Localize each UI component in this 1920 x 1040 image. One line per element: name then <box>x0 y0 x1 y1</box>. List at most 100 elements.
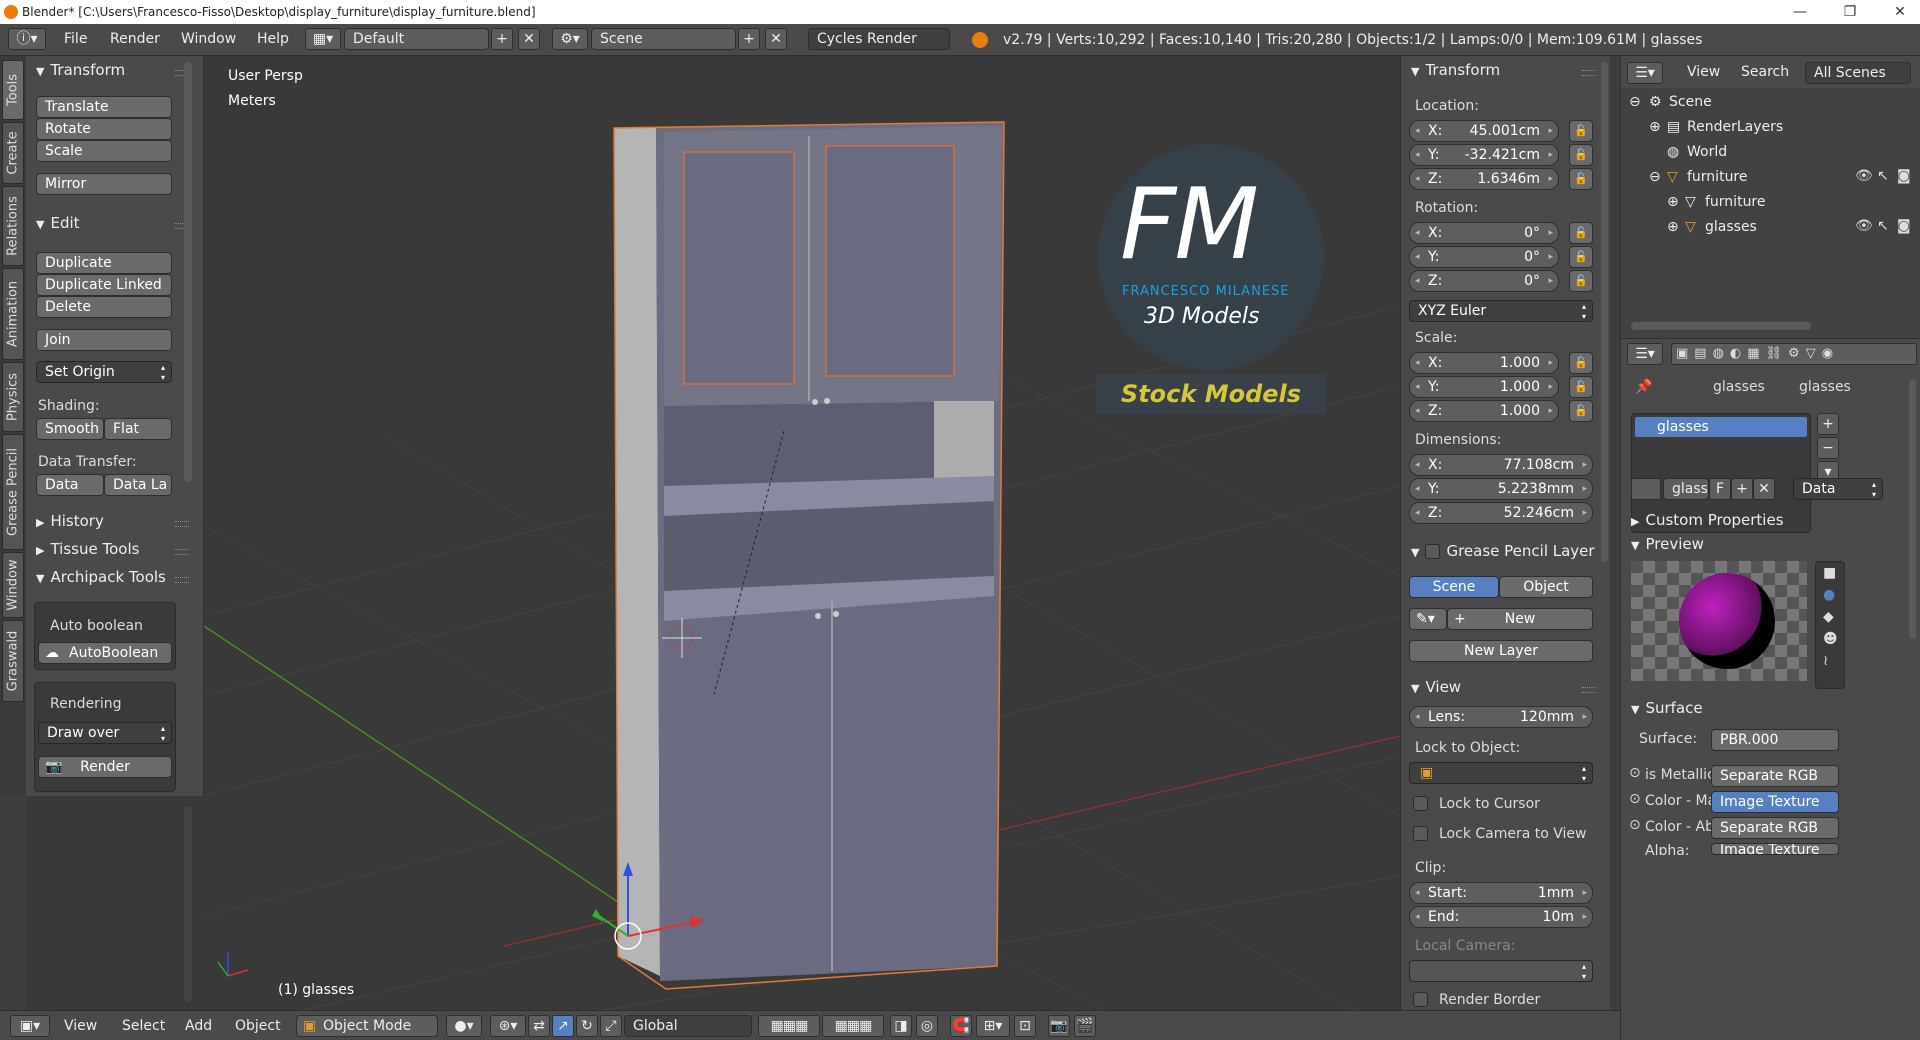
lock-icon[interactable]: 🔓 <box>1569 168 1593 190</box>
lens-field[interactable]: Lens:120mm <box>1409 706 1593 728</box>
panel-header-edit[interactable]: ▼ Edit <box>36 214 80 232</box>
add-scene-icon[interactable]: + <box>738 28 760 50</box>
location-x-field[interactable]: X:45.001cm <box>1409 120 1559 142</box>
link-data-dropdown[interactable]: Data <box>1793 478 1883 500</box>
tab-animation[interactable]: Animation <box>2 268 24 360</box>
surface-shader-button[interactable]: PBR.000 <box>1711 729 1839 751</box>
flat-preview-icon[interactable]: ■ <box>1823 565 1836 581</box>
input-value-alpha[interactable]: Image Texture <box>1711 843 1839 855</box>
menu-render[interactable]: Render <box>110 31 160 47</box>
tab-window[interactable]: Window <box>2 552 24 618</box>
translate-button[interactable]: Translate <box>36 96 172 118</box>
render-button[interactable]: 📷 Render <box>38 756 172 778</box>
tab-tools[interactable]: Tools <box>2 60 24 120</box>
expand-icon[interactable]: ⊕ <box>1649 115 1661 140</box>
close-button[interactable]: ✕ <box>1880 0 1920 24</box>
outliner-item-world[interactable]: ◍ World <box>1621 140 1911 165</box>
menu-window[interactable]: Window <box>181 31 236 47</box>
render-camera-icon[interactable]: ◙ <box>1897 168 1911 184</box>
panel-header-tissue-tools[interactable]: ▶ Tissue Tools <box>36 540 139 558</box>
panel-header-grease-pencil[interactable]: ▼ Grease Pencil Layer <box>1411 542 1595 560</box>
lock-icon[interactable]: 🔓 <box>1569 400 1593 422</box>
panel-header-archipack[interactable]: ▼ Archipack Tools <box>36 568 166 586</box>
menu-file[interactable]: File <box>64 31 87 47</box>
scale-button[interactable]: Scale <box>36 140 172 162</box>
scale-y-field[interactable]: Y:1.000 <box>1409 376 1559 398</box>
maximize-button[interactable]: ❐ <box>1830 0 1870 24</box>
autoboolean-button[interactable]: ☁ AutoBoolean <box>38 642 172 664</box>
link-socket-icon[interactable]: ⊙ <box>1629 791 1641 807</box>
clip-start-field[interactable]: Start:1mm <box>1409 882 1593 904</box>
outliner-view-menu[interactable]: View <box>1687 64 1720 80</box>
editor-type-icon[interactable]: ▣▾ <box>10 1015 50 1037</box>
rotate-manipulator-icon[interactable]: ↻ <box>576 1015 598 1037</box>
scale-x-field[interactable]: X:1.000 <box>1409 352 1559 374</box>
display-mode-dropdown[interactable]: All Scenes <box>1805 62 1911 84</box>
layers-grid-icon[interactable]: ▦▦▦ <box>822 1015 884 1037</box>
remove-slot-icon[interactable]: − <box>1817 437 1839 459</box>
location-z-field[interactable]: Z:1.6346m <box>1409 168 1559 190</box>
new-layer-button[interactable]: New Layer <box>1409 640 1593 662</box>
layers-grid-icon[interactable]: ▦▦▦ <box>758 1015 820 1037</box>
visibility-eye-icon[interactable]: 👁 <box>1855 168 1873 184</box>
tab-graswald[interactable]: Graswald <box>2 620 24 702</box>
duplicate-button[interactable]: Duplicate <box>36 252 172 274</box>
dimension-y-field[interactable]: Y:5.2238mm <box>1409 478 1593 500</box>
collapse-icon[interactable]: ⊖ <box>1629 90 1641 115</box>
panel-header-preview[interactable]: ▼ Preview <box>1631 535 1704 553</box>
draw-over-dropdown[interactable]: Draw over <box>38 722 172 744</box>
npanel-scrollbar[interactable] <box>1601 62 1608 562</box>
smooth-button[interactable]: Smooth <box>36 418 104 440</box>
scene-selector[interactable]: Scene <box>591 28 736 50</box>
set-origin-dropdown[interactable]: Set Origin <box>36 361 172 383</box>
viewport-left-scrollbar[interactable] <box>184 806 192 1002</box>
input-value-color-ma[interactable]: Image Texture <box>1711 791 1839 813</box>
rotation-mode-dropdown[interactable]: XYZ Euler <box>1409 300 1593 322</box>
add-layout-icon[interactable]: + <box>491 28 513 50</box>
hair-preview-icon[interactable]: ≀ <box>1823 653 1828 669</box>
mode-dropdown[interactable]: ▣ Object Mode <box>296 1015 438 1037</box>
scene-type-icon[interactable]: ⚙▾ <box>552 28 588 50</box>
menu-select[interactable]: Select <box>122 1018 165 1034</box>
rotate-button[interactable]: Rotate <box>36 118 172 140</box>
duplicate-linked-button[interactable]: Duplicate Linked <box>36 274 172 296</box>
tab-create[interactable]: Create <box>2 122 24 184</box>
data-layout-button[interactable]: Data La <box>104 474 172 496</box>
3d-viewport[interactable]: User Persp Meters (1) glasses FM FRANCES… <box>204 56 1400 1010</box>
panel-grip-icon[interactable] <box>1582 70 1596 76</box>
new-material-icon[interactable]: + <box>1731 478 1753 500</box>
grease-new-button[interactable]: + New <box>1447 608 1593 630</box>
editor-type-icon[interactable]: ☰▾ <box>1627 343 1663 365</box>
lock-icon[interactable]: 🔓 <box>1569 120 1593 142</box>
menu-help[interactable]: Help <box>257 31 289 47</box>
layer-lock-icon[interactable]: ◨ <box>890 1015 912 1037</box>
expand-icon[interactable]: ⊕ <box>1667 215 1679 240</box>
input-value-metallic[interactable]: Separate RGB <box>1711 765 1839 787</box>
add-slot-icon[interactable]: + <box>1817 413 1839 435</box>
material-name-field[interactable]: glass <box>1663 478 1709 500</box>
visibility-eye-icon[interactable]: 👁 <box>1855 218 1873 234</box>
lock-object-field[interactable]: ▣ <box>1409 762 1593 784</box>
orientation-dropdown[interactable]: Global <box>624 1015 752 1037</box>
outliner-item-scene[interactable]: ⊖ ⚙ Scene <box>1621 90 1911 115</box>
tab-grease-pencil[interactable]: Grease Pencil <box>2 434 24 550</box>
panel-header-surface[interactable]: ▼ Surface <box>1631 699 1703 717</box>
remove-layout-icon[interactable]: ✕ <box>518 28 540 50</box>
tab-physics[interactable]: Physics <box>2 362 24 432</box>
snap-icon[interactable]: 🧲 <box>950 1015 972 1037</box>
local-camera-field[interactable] <box>1409 960 1593 982</box>
layout-selector[interactable]: Default <box>344 28 489 50</box>
remove-scene-icon[interactable]: ✕ <box>765 28 787 50</box>
sphere-preview-icon[interactable]: ● <box>1823 587 1835 603</box>
unlink-material-icon[interactable]: ✕ <box>1753 478 1775 500</box>
editor-type-info-icon[interactable]: ⓘ▾ <box>8 28 46 50</box>
mirror-button[interactable]: Mirror <box>36 173 172 195</box>
panel-grip-icon[interactable] <box>175 549 189 555</box>
lock-cursor-checkbox[interactable] <box>1413 796 1428 811</box>
expand-icon[interactable]: ⊕ <box>1667 190 1679 215</box>
select-arrow-icon[interactable]: ↖ <box>1877 218 1889 234</box>
link-socket-icon[interactable]: ⊙ <box>1629 765 1641 781</box>
material-browse-icon[interactable] <box>1631 478 1661 500</box>
grease-pencil-checkbox[interactable] <box>1425 544 1441 559</box>
panel-grip-icon[interactable] <box>175 577 189 583</box>
